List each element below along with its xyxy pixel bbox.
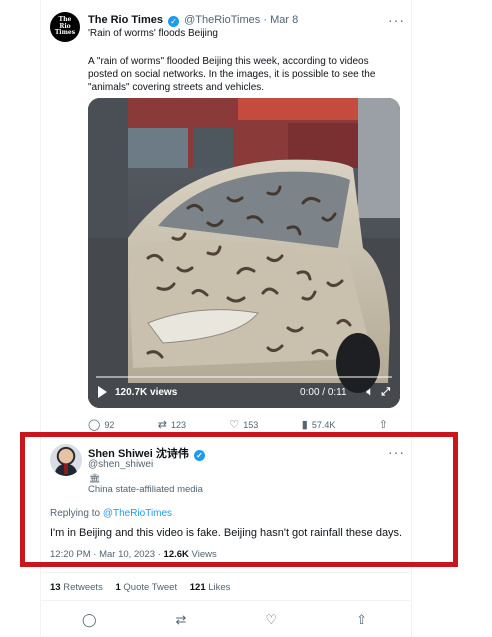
retweets-count: 13	[50, 582, 61, 593]
engagement-stats: 13 Retweets 1 Quote Tweet 121 Likes	[50, 582, 240, 593]
more-dots-icon[interactable]: ···	[388, 444, 405, 460]
volume-icon[interactable]: 🔈︎	[367, 386, 374, 399]
more-dots-icon[interactable]: ···	[388, 12, 405, 28]
share-button[interactable]: ⇧	[379, 418, 388, 431]
avatar[interactable]	[50, 444, 82, 476]
tweet1-body: A "rain of worms" flooded Beijing this w…	[88, 56, 376, 93]
avatar-tie	[64, 464, 68, 474]
bar-chart-icon: ▮	[301, 419, 308, 431]
separator-dot: ·	[263, 14, 268, 26]
like-button[interactable]: ♡ 153	[229, 418, 258, 431]
retweet-icon[interactable]: ⇄	[176, 612, 187, 628]
tweet1-author-name[interactable]: The Rio Times	[88, 14, 163, 26]
tweet1-subtitle: 'Rain of worms' floods Beijing	[88, 28, 218, 39]
tweet2-views-label: Views	[191, 549, 217, 560]
retweet-icon: ⇄	[157, 419, 167, 431]
rio-times-logo[interactable]: The Rio Times	[50, 12, 80, 42]
video-views: 120.7K views	[115, 386, 178, 398]
divider	[40, 600, 410, 601]
views-count: 57.4K	[311, 419, 336, 430]
replying-to-link[interactable]: @TheRioTimes	[103, 508, 172, 519]
likes-stat[interactable]: 121 Likes	[190, 582, 231, 593]
video-frame-image	[88, 98, 400, 408]
share-icon[interactable]: ⇧	[356, 612, 367, 628]
video-time: 0:00 / 0:11	[300, 386, 347, 398]
replying-to-line: Replying to @TheRioTimes	[50, 508, 172, 519]
quotes-stat[interactable]: 1 Quote Tweet	[115, 582, 177, 593]
video-controls: 120.7K views 0:00 / 0:11 🔈︎ ⤢	[98, 384, 390, 400]
divider	[40, 572, 410, 573]
tweet2-views-count: 12.6K	[163, 549, 189, 560]
reply-count: 92	[104, 419, 115, 430]
likes-count: 121	[189, 582, 206, 593]
play-icon[interactable]	[98, 386, 107, 398]
reply-button[interactable]: ◯ 92	[88, 418, 114, 431]
video-player[interactable]: 120.7K views 0:00 / 0:11 🔈︎ ⤢	[88, 98, 400, 408]
verified-badge-icon: ✓	[168, 16, 180, 27]
video-progress-bar[interactable]	[96, 376, 392, 378]
tweet2-handle[interactable]: @shen_shiwei	[88, 459, 153, 470]
retweets-label: Retweets	[63, 582, 103, 593]
views-button[interactable]: ▮ 57.4K	[302, 418, 336, 431]
tweet1-action-bar: ◯ 92 ⇄ 123 ♡ 153 ▮ 57.4K ⇧	[88, 418, 388, 431]
heart-icon: ♡	[229, 419, 240, 431]
retweets-stat[interactable]: 13 Retweets	[50, 582, 103, 593]
tweet1-handle[interactable]: @TheRioTimes	[184, 14, 260, 26]
state-media-flag-icon: 🏛︎	[89, 473, 101, 483]
verified-badge-icon: ✓	[193, 450, 205, 461]
fullscreen-icon[interactable]: ⤢	[381, 386, 390, 399]
tweet2-text: I'm in Beijing and this video is fake. B…	[50, 527, 403, 539]
reply-icon[interactable]: ◯	[82, 612, 97, 628]
tweet2-timestamp[interactable]: 12:20 PM · Mar 10, 2023	[50, 549, 155, 560]
quotes-count: 1	[115, 582, 121, 593]
heart-icon[interactable]: ♡	[265, 612, 277, 628]
tweet2-action-bar: ◯ ⇄ ♡ ⇧	[82, 612, 367, 628]
state-affiliated-label[interactable]: China state-affiliated media	[88, 484, 203, 495]
reply-icon: ◯	[88, 419, 101, 431]
tweet2-meta: 12:20 PM · Mar 10, 2023 · 12.6K Views	[50, 549, 217, 560]
separator-dot: ·	[157, 549, 161, 560]
retweet-button[interactable]: ⇄ 123	[158, 418, 186, 431]
tweet1-date[interactable]: Mar 8	[270, 14, 298, 26]
quotes-label: Quote Tweet	[123, 582, 178, 593]
share-icon: ⇧	[378, 419, 388, 431]
retweet-count: 123	[170, 419, 186, 430]
tweet1-header: The Rio Times ✓ @TheRioTimes · Mar 8	[88, 14, 298, 27]
replying-prefix: Replying to	[50, 508, 101, 519]
likes-label: Likes	[208, 582, 231, 593]
like-count: 153	[243, 419, 259, 430]
